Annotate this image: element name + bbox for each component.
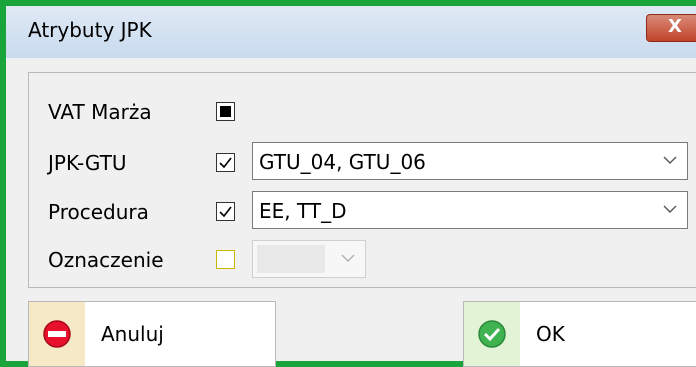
window-title: Atrybuty JPK: [28, 18, 152, 42]
checkmark-icon: [219, 157, 232, 169]
cancel-label: Anuluj: [101, 322, 164, 346]
ok-button[interactable]: OK: [463, 301, 696, 367]
oznaczenie-checkbox[interactable]: [216, 250, 235, 269]
cancel-button[interactable]: Anuluj: [28, 301, 276, 367]
procedura-value: EE, TT_D: [259, 199, 347, 223]
chevron-down-icon: [663, 156, 677, 164]
jpk-gtu-combo[interactable]: GTU_04, GTU_06: [252, 142, 688, 180]
ok-label: OK: [536, 322, 565, 346]
jpk-gtu-label: JPK-GTU: [48, 151, 127, 175]
oznaczenie-value: [257, 245, 325, 273]
procedura-label: Procedura: [48, 200, 149, 224]
chevron-down-icon: [663, 205, 677, 213]
procedura-checkbox[interactable]: [216, 202, 235, 221]
no-entry-icon: [43, 320, 71, 348]
chevron-down-icon: [341, 254, 355, 262]
checkmark-circle-icon: [478, 320, 506, 348]
oznaczenie-label: Oznaczenie: [48, 248, 164, 272]
close-button[interactable]: X: [646, 14, 696, 42]
vat-marza-label: VAT Marża: [48, 100, 152, 124]
checkmark-icon: [219, 206, 232, 218]
dialog-window: Atrybuty JPK X VAT Marża JPK-GTU GTU_04,…: [0, 0, 696, 367]
vat-marza-checkbox[interactable]: [216, 102, 235, 121]
procedura-combo[interactable]: EE, TT_D: [252, 191, 688, 229]
close-icon: X: [668, 16, 682, 37]
jpk-gtu-checkbox[interactable]: [216, 153, 235, 172]
jpk-gtu-value: GTU_04, GTU_06: [259, 150, 426, 174]
oznaczenie-combo: [252, 240, 366, 278]
title-bar[interactable]: Atrybuty JPK X: [6, 6, 696, 58]
